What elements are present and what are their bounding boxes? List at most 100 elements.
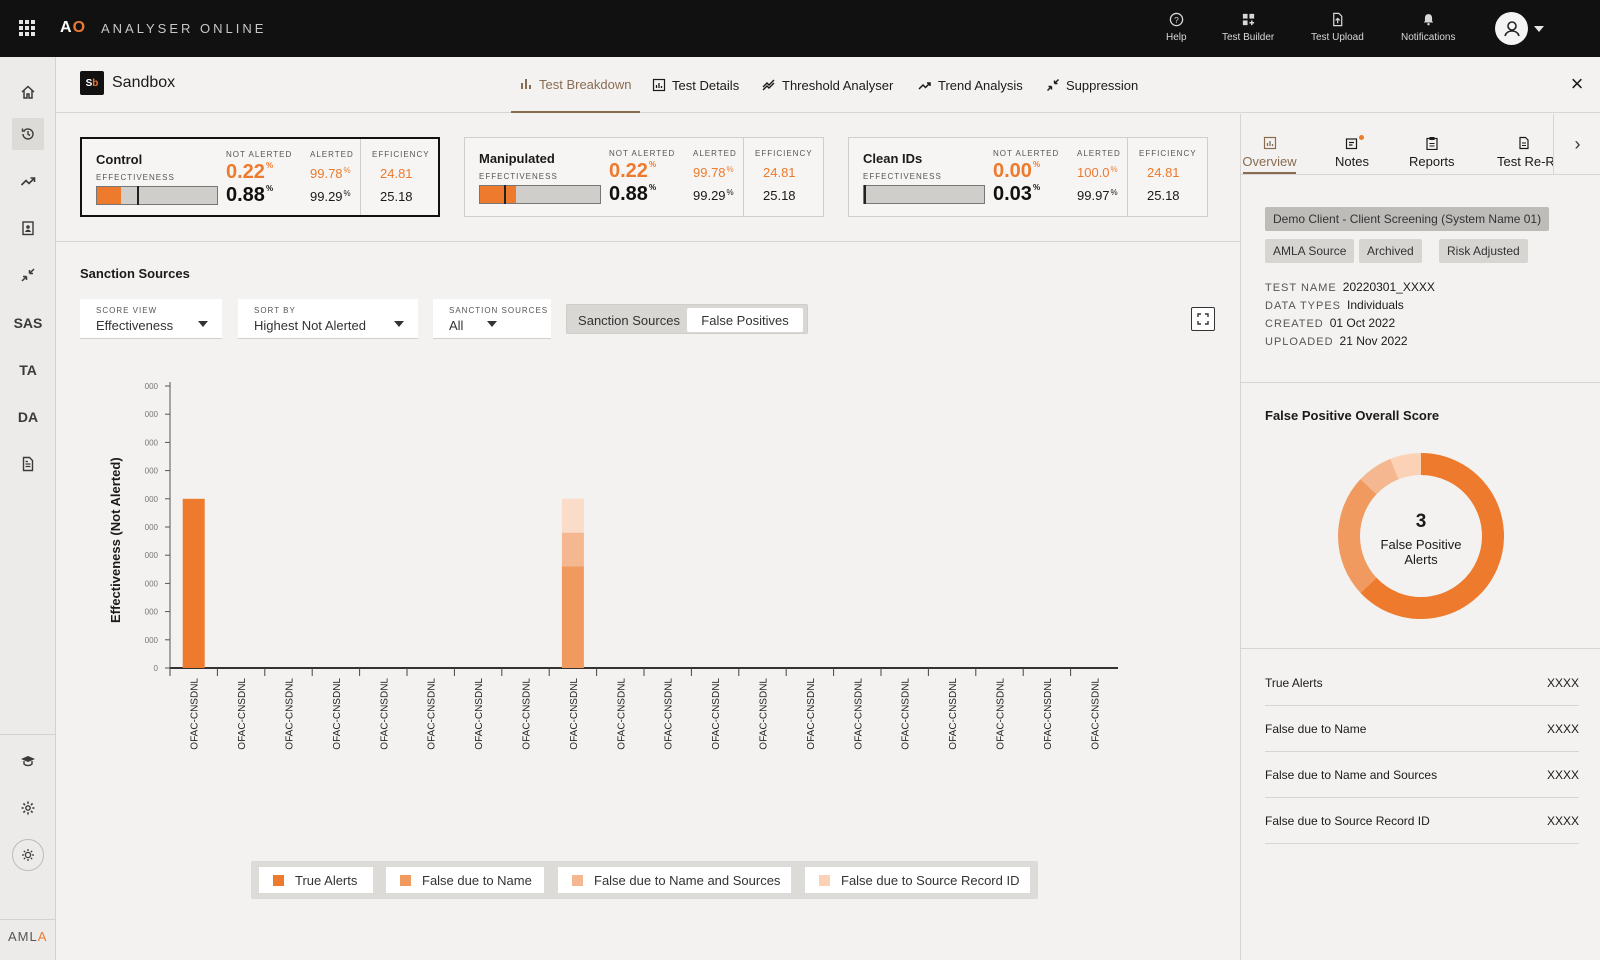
nav-history[interactable] <box>12 118 44 150</box>
nav-home[interactable] <box>12 76 44 108</box>
meta-key: CREATED <box>1265 318 1324 330</box>
tab-test-rerun[interactable]: Test Re-R <box>1497 136 1553 169</box>
percent-sign: % <box>726 188 734 197</box>
not-alerted-label: NOT ALERTED <box>609 149 676 158</box>
tab-notes[interactable]: Notes <box>1335 136 1369 169</box>
score-view-dropdown[interactable]: SCORE VIEW Effectiveness <box>80 299 222 339</box>
stat-row-true-alerts: True Alerts XXXX <box>1265 660 1579 706</box>
x-tick-label: OFAC-CNSDNL <box>948 678 959 750</box>
chevron-right-icon[interactable]: › <box>1553 114 1600 174</box>
card-divider <box>1127 138 1128 216</box>
legend-item-false-name[interactable]: False due to Name <box>386 867 544 893</box>
value-text: 0.22 <box>609 160 648 182</box>
donut-segment <box>1390 453 1422 480</box>
legend-item-true-alerts[interactable]: True Alerts <box>259 867 373 893</box>
double-trend-icon <box>762 79 775 91</box>
chart-legend: True Alerts False due to Name False due … <box>251 861 1038 899</box>
workspace-title: Sandbox <box>112 74 176 91</box>
nav-documents[interactable] <box>12 448 44 480</box>
dropdown-label: SORT BY <box>254 306 296 315</box>
value-text: 0.03 <box>993 183 1032 205</box>
tab-test-details[interactable]: Test Details <box>652 57 739 113</box>
theme-toggle[interactable] <box>12 839 44 871</box>
percent-sign: % <box>726 165 734 174</box>
tab-reports[interactable]: Reports <box>1409 136 1455 169</box>
top-bar: AO ANALYSER ONLINE ? Help Test Builder T… <box>0 0 1600 57</box>
nav-divider <box>0 734 56 735</box>
score-card-manipulated[interactable]: Manipulated EFFECTIVENESS NOT ALERTED 0.22%… <box>464 137 824 217</box>
legend-swatch <box>400 874 411 886</box>
nav-sas[interactable]: SAS <box>12 307 44 339</box>
dropdown-label: SCORE VIEW <box>96 306 158 315</box>
account-menu-caret-icon[interactable] <box>1534 26 1544 32</box>
legend-item-false-source-record[interactable]: False due to Source Record ID <box>805 867 1030 893</box>
stat-row-false-source-record: False due to Source Record ID XXXX <box>1265 798 1579 844</box>
percent-sign: % <box>343 166 351 175</box>
notifications-button[interactable]: Notifications <box>1401 12 1455 43</box>
chevron-down-icon <box>487 321 497 327</box>
donut-caption-line2: Alerts <box>1404 552 1438 567</box>
stat-value: XXXX <box>1546 675 1579 690</box>
workspace-header: Sb Sandbox Test Breakdown Test Details T… <box>56 57 1600 113</box>
panel-divider <box>1241 648 1600 649</box>
tab-suppression[interactable]: Suppression <box>1046 57 1138 113</box>
percent-sign: % <box>1110 165 1118 174</box>
donut-segment <box>1360 458 1399 495</box>
tab-label: Threshold Analyser <box>782 77 894 93</box>
stat-label: False due to Name <box>1265 721 1367 736</box>
tab-test-breakdown[interactable]: Test Breakdown <box>511 57 640 113</box>
section-title: Sanction Sources <box>80 266 190 281</box>
nav-learning[interactable] <box>12 745 44 777</box>
fullscreen-button[interactable] <box>1191 307 1215 331</box>
value-text: 99.29 <box>693 188 726 203</box>
score-card-clean-ids[interactable]: Clean IDs EFFECTIVENESS NOT ALERTED 0.00% 0.… <box>848 137 1208 217</box>
legend-label: False due to Name <box>422 872 532 888</box>
y-tick-label: 000 <box>145 523 159 532</box>
close-icon[interactable]: × <box>1565 73 1589 97</box>
not-alerted-value: 0.00% <box>993 160 1040 183</box>
test-upload-button[interactable]: Test Upload <box>1311 12 1364 43</box>
toggle-false-positives[interactable]: False Positives <box>687 308 803 332</box>
percent-sign: % <box>265 161 274 170</box>
toggle-sanction-sources[interactable]: Sanction Sources <box>571 308 687 332</box>
sanction-sources-dropdown[interactable]: SANCTION SOURCES All <box>433 299 551 339</box>
alerted-value: 100.0% <box>1077 165 1118 180</box>
id-badge-icon <box>22 221 34 236</box>
document-icon <box>1519 136 1529 150</box>
user-avatar[interactable] <box>1495 12 1528 45</box>
percent-sign: % <box>343 189 351 198</box>
meta-uploaded: UPLOADED 21 Nov 2022 <box>1265 334 1408 348</box>
app-logo[interactable]: AO <box>60 19 86 37</box>
score-card-control[interactable]: Control EFFECTIVENESS NOT ALERTED 0.22% 0.88… <box>80 137 440 217</box>
y-tick-label: 000 <box>145 382 159 391</box>
dropdown-value: Highest Not Alerted <box>254 318 367 333</box>
test-builder-button[interactable]: Test Builder <box>1222 12 1274 43</box>
user-icon <box>1503 20 1520 36</box>
donut-svg <box>1338 453 1504 619</box>
nav-da[interactable]: DA <box>12 401 44 433</box>
tab-overview[interactable]: Overview <box>1241 136 1298 169</box>
nav-settings[interactable] <box>12 792 44 824</box>
nav-suppression[interactable] <box>12 259 44 291</box>
right-panel: Overview Notes Reports Test Re-R › Demo … <box>1240 114 1600 960</box>
nav-ta[interactable]: TA <box>12 354 44 386</box>
brand-name: ANALYSER ONLINE <box>101 21 267 36</box>
app-grid-icon[interactable] <box>19 20 35 36</box>
efficiency-value-secondary: 25.18 <box>763 188 796 203</box>
y-tick-label: 000 <box>145 438 159 447</box>
test-builder-label: Test Builder <box>1222 32 1275 43</box>
tab-trend-analysis[interactable]: Trend Analysis <box>918 57 1023 113</box>
tab-label: Test Breakdown <box>539 76 632 92</box>
legend-item-false-name-sources[interactable]: False due to Name and Sources <box>558 867 791 893</box>
panel-divider <box>1241 382 1600 383</box>
nav-trends[interactable] <box>12 165 44 197</box>
tab-threshold-analyser[interactable]: Threshold Analyser <box>762 57 893 113</box>
bar-segment <box>561 498 584 533</box>
legend-label: True Alerts <box>295 872 358 888</box>
sort-by-dropdown[interactable]: SORT BY Highest Not Alerted <box>238 299 418 339</box>
stat-row-false-name-sources: False due to Name and Sources XXXX <box>1265 752 1579 798</box>
nav-id-check[interactable] <box>12 212 44 244</box>
meta-value: 21 Nov 2022 <box>1339 334 1408 348</box>
percent-sign: % <box>1032 183 1041 192</box>
help-button[interactable]: ? Help <box>1166 12 1187 43</box>
